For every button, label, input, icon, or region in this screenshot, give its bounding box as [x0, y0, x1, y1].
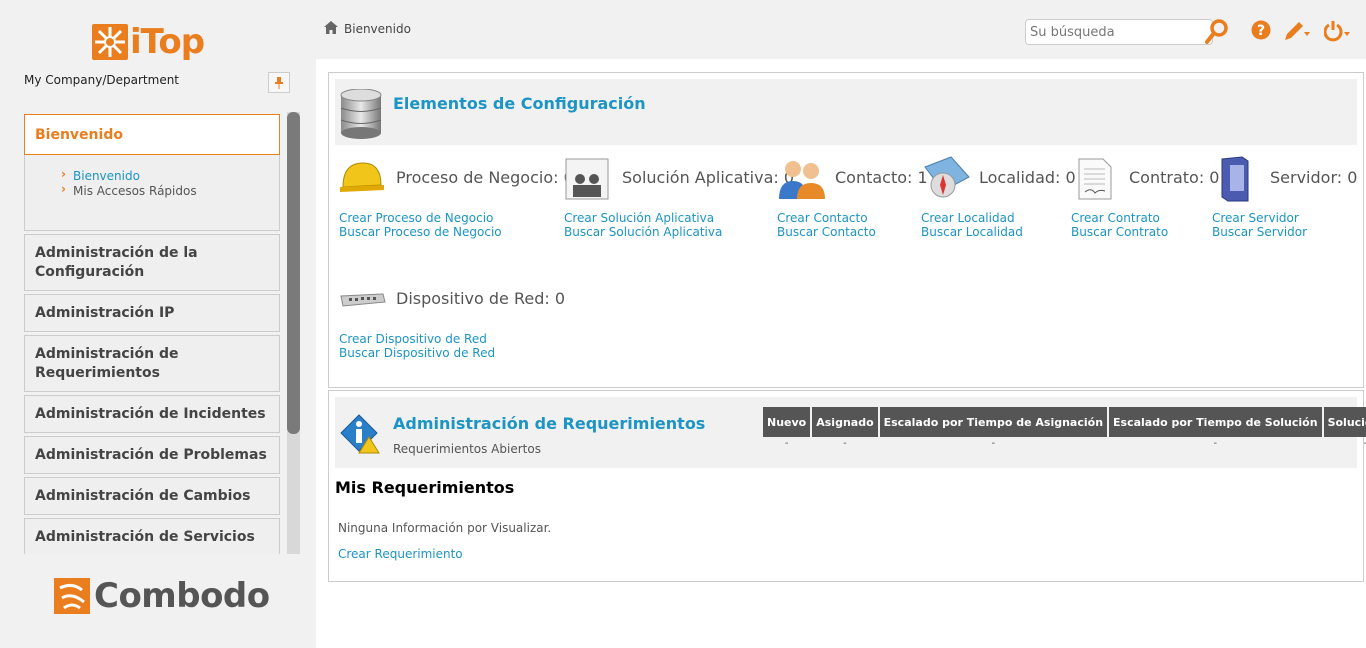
ci-label: Contrato: 0	[1129, 168, 1220, 187]
menu-incidentes[interactable]: Administración de Incidentes	[24, 395, 280, 433]
requests-panel: Administración de Requerimientos Requeri…	[328, 390, 1366, 582]
menu-label: Administración de Incidentes	[35, 406, 266, 422]
menu-configuracion[interactable]: Administración de la Configuración	[24, 234, 280, 291]
config-panel-title[interactable]: Elementos de Configuración	[393, 94, 646, 113]
my-requests-heading: Mis Requerimientos	[335, 478, 515, 497]
search-dispositivo-red-link[interactable]: Buscar Dispositivo de Red	[339, 346, 495, 360]
requests-summary-table: Nuevo Asignado Escalado por Tiempo de As…	[761, 407, 1366, 449]
ci-label: Dispositivo de Red: 0	[396, 289, 566, 308]
menu-cambios[interactable]: Administración de Cambios	[24, 477, 280, 515]
menu-label: Administración de la Configuración	[35, 245, 198, 280]
search-contacto-link[interactable]: Buscar Contacto	[777, 225, 876, 239]
column-asignado[interactable]: Asignado	[812, 407, 878, 437]
hardhat-icon	[339, 157, 385, 200]
column-escalado-asignacion[interactable]: Escalado por Tiempo de Asignación	[879, 407, 1108, 437]
value-escalado-asignacion: -	[991, 437, 996, 449]
menu-bienvenido[interactable]: Bienvenido	[24, 114, 280, 155]
search-solucion-aplicativa-link[interactable]: Buscar Solución Aplicativa	[564, 225, 722, 239]
sidebar: iTop My Company/Department Bienvenido Bi…	[0, 0, 316, 648]
sidebar-scrollbar-thumb[interactable]	[287, 112, 300, 434]
create-contrato-link[interactable]: Crear Contrato	[1071, 211, 1160, 225]
create-dispositivo-red-link[interactable]: Crear Dispositivo de Red	[339, 332, 487, 346]
ci-label: Solución Aplicativa: 0	[622, 168, 795, 187]
search-icon[interactable]	[1204, 18, 1230, 49]
top-bar: Bienvenido ?	[316, 0, 1366, 59]
menu-requerimientos[interactable]: Administración de Requerimientos	[24, 335, 280, 392]
create-localidad-link[interactable]: Crear Localidad	[921, 211, 1015, 225]
value-nuevo: -	[784, 437, 789, 449]
combodo-logo[interactable]: Combodo	[54, 578, 270, 614]
menu-problemas[interactable]: Administración de Problemas	[24, 436, 280, 474]
menu-servicios[interactable]: Administración de Servicios	[24, 518, 280, 554]
itop-logo[interactable]: iTop	[92, 22, 205, 62]
organization-label: My Company/Department	[24, 73, 180, 87]
main-menu: Bienvenido Bienvenido Mis Accesos Rápido…	[24, 114, 280, 554]
ci-label: Proceso de Negocio: 0	[396, 168, 574, 187]
power-icon[interactable]	[1323, 20, 1352, 45]
menu-label: Administración IP	[35, 305, 175, 321]
submenu-item-accesos-rapidos[interactable]: Mis Accesos Rápidos	[61, 182, 279, 199]
info-icon	[339, 413, 381, 458]
combodo-logo-text: Combodo	[94, 576, 270, 616]
network-switch-icon	[339, 290, 387, 313]
menu-label: Administración de Servicios	[35, 529, 255, 545]
ci-label: Servidor: 0	[1270, 168, 1358, 187]
value-escalado-solucion: -	[1213, 437, 1218, 449]
no-data-message: Ninguna Información por Visualizar.	[338, 521, 552, 535]
edit-icon[interactable]	[1283, 20, 1311, 45]
search-contrato-link[interactable]: Buscar Contrato	[1071, 225, 1168, 239]
home-icon	[324, 21, 338, 37]
compass-map-icon	[921, 155, 971, 204]
config-items-panel: Elementos de Configuración Proceso de Ne…	[328, 72, 1364, 388]
column-solucionado[interactable]: Solucionado	[1323, 407, 1366, 437]
value-asignado: -	[843, 437, 847, 449]
create-servidor-link[interactable]: Crear Servidor	[1212, 211, 1299, 225]
menu-label: Bienvenido	[35, 127, 123, 143]
config-panel-header: Elementos de Configuración	[335, 79, 1357, 145]
menu-label: Administración de Requerimientos	[35, 346, 179, 381]
menu-label: Administración de Problemas	[35, 447, 267, 463]
create-proceso-negocio-link[interactable]: Crear Proceso de Negocio	[339, 211, 493, 225]
server-icon	[1218, 155, 1252, 206]
svg-text:?: ?	[1257, 23, 1265, 39]
submenu-bienvenido: Bienvenido Mis Accesos Rápidos	[24, 155, 280, 231]
value-solucionado: -	[1324, 437, 1366, 449]
menu-ip[interactable]: Administración IP	[24, 294, 280, 332]
breadcrumb-label: Bienvenido	[344, 22, 411, 36]
menu-label: Administración de Cambios	[35, 488, 251, 504]
search-localidad-link[interactable]: Buscar Localidad	[921, 225, 1023, 239]
main-content: Elementos de Configuración Proceso de Ne…	[316, 59, 1366, 648]
contacts-icon	[777, 157, 827, 204]
breadcrumb[interactable]: Bienvenido	[324, 21, 411, 37]
ci-label: Contacto: 1	[835, 168, 928, 187]
column-nuevo[interactable]: Nuevo	[763, 407, 811, 437]
itop-logo-icon	[92, 24, 128, 60]
requests-panel-subtitle: Requerimientos Abiertos	[393, 442, 541, 456]
create-request-link[interactable]: Crear Requerimiento	[338, 547, 463, 561]
itop-logo-text: iTop	[130, 22, 205, 62]
help-icon[interactable]: ?	[1251, 20, 1271, 43]
create-contacto-link[interactable]: Crear Contacto	[777, 211, 868, 225]
search-input[interactable]	[1025, 19, 1213, 45]
itop-logo-text-text: iTop	[130, 22, 205, 62]
ci-label: Localidad: 0	[979, 168, 1076, 187]
combodo-logo-icon	[54, 578, 90, 614]
search-proceso-negocio-link[interactable]: Buscar Proceso de Negocio	[339, 225, 502, 239]
database-icon	[339, 88, 383, 142]
search-servidor-link[interactable]: Buscar Servidor	[1212, 225, 1307, 239]
contract-icon	[1077, 157, 1113, 204]
column-escalado-solucion[interactable]: Escalado por Tiempo de Solución	[1109, 407, 1322, 437]
requests-panel-title[interactable]: Administración de Requerimientos	[393, 414, 705, 433]
create-solucion-aplicativa-link[interactable]: Crear Solución Aplicativa	[564, 211, 714, 225]
submenu-item-bienvenido[interactable]: Bienvenido	[61, 167, 279, 184]
people-frame-icon	[564, 157, 610, 204]
pin-icon[interactable]	[268, 72, 290, 93]
requests-panel-header: Administración de Requerimientos Requeri…	[335, 397, 1366, 468]
